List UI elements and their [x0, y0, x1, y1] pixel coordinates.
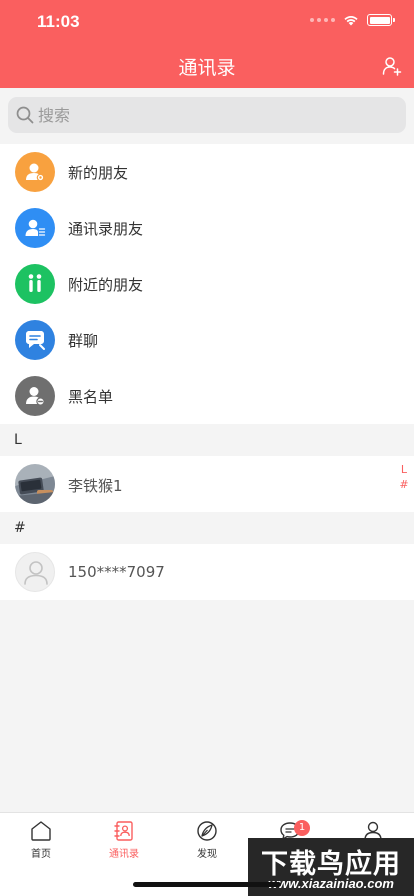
- menu-item-contacts-friends[interactable]: 通讯录朋友: [0, 200, 414, 256]
- add-friend-icon[interactable]: [382, 56, 402, 76]
- search-icon: [16, 106, 34, 124]
- menu-item-blacklist[interactable]: 黑名单: [0, 368, 414, 424]
- contacts-icon: [114, 821, 133, 841]
- page-title: 通讯录: [178, 57, 236, 79]
- watermark: 下载鸟应用 www.xiazainiao.com: [248, 838, 414, 896]
- home-indicator: [133, 882, 281, 887]
- contact-row[interactable]: 李铁猴1: [0, 456, 414, 512]
- feature-menu: 新的朋友 通讯录朋友 附近的朋友 群聊 黑名单: [0, 144, 414, 424]
- nearby-friend-icon: [15, 264, 55, 304]
- status-bar: 11:03: [0, 0, 414, 44]
- section-header: #: [0, 512, 414, 544]
- new-friend-icon: [15, 152, 55, 192]
- tab-label: 通讯录: [109, 849, 139, 860]
- blacklist-icon: [15, 376, 55, 416]
- menu-item-nearby-friends[interactable]: 附近的朋友: [0, 256, 414, 312]
- search-input[interactable]: [38, 97, 398, 133]
- contact-row[interactable]: 150****7097: [0, 544, 414, 600]
- battery-icon: [367, 14, 395, 26]
- index-letter[interactable]: L: [398, 462, 410, 477]
- contact-name: 李铁猴1: [68, 477, 123, 495]
- section-header: L: [0, 424, 414, 456]
- menu-label: 通讯录朋友: [68, 220, 144, 238]
- tab-label: 发现: [197, 849, 217, 860]
- menu-item-new-friends[interactable]: 新的朋友: [0, 144, 414, 200]
- group-chat-icon: [15, 320, 55, 360]
- tab-label: 首页: [31, 849, 51, 860]
- default-avatar: [15, 552, 55, 592]
- signal-icon: [310, 18, 335, 22]
- menu-label: 群聊: [68, 332, 99, 350]
- search-bar: [0, 88, 414, 144]
- discover-icon: [197, 821, 217, 841]
- wifi-icon: [344, 16, 358, 26]
- menu-label: 附近的朋友: [68, 276, 144, 294]
- section-letter: #: [14, 520, 26, 536]
- menu-item-group-chat[interactable]: 群聊: [0, 312, 414, 368]
- tab-discover[interactable]: 发现: [166, 819, 248, 867]
- unread-badge: 1: [294, 820, 310, 836]
- alphabet-index-bar[interactable]: L #: [398, 462, 410, 492]
- menu-label: 黑名单: [68, 388, 114, 406]
- status-time: 11:03: [37, 12, 80, 31]
- app-header: 11:03 通讯录: [0, 0, 414, 88]
- photo-avatar: [15, 464, 55, 504]
- section-letter: L: [14, 432, 22, 448]
- search-box[interactable]: [8, 97, 406, 133]
- menu-label: 新的朋友: [68, 164, 129, 182]
- index-letter[interactable]: #: [398, 477, 410, 492]
- contacts-friend-icon: [15, 208, 55, 248]
- contact-name: 150****7097: [68, 563, 165, 581]
- tab-contacts[interactable]: 通讯录: [83, 819, 165, 867]
- tab-home[interactable]: 首页: [0, 819, 82, 867]
- home-icon: [31, 821, 51, 841]
- status-icons: [310, 14, 395, 26]
